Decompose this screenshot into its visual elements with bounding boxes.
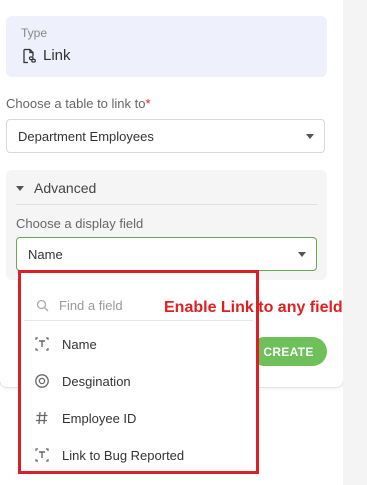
option-label: Desgination: [62, 373, 131, 389]
chevron-down-icon: [306, 134, 314, 139]
table-select-value: Department Employees: [18, 129, 154, 144]
required-mark: *: [145, 96, 151, 111]
number-field-icon: [33, 409, 51, 427]
advanced-toggle[interactable]: Advanced: [16, 180, 96, 196]
type-label: Type: [21, 26, 48, 40]
type-display: Type Link: [6, 16, 327, 77]
option-label: Employee ID: [62, 410, 137, 426]
option-link-to-bug-reported[interactable]: Link to Bug Reported: [33, 446, 184, 464]
create-button[interactable]: CREATE: [250, 337, 327, 366]
display-field-value: Name: [28, 247, 63, 262]
option-desgination[interactable]: Desgination: [33, 372, 131, 390]
table-label-text: Choose a table to link to: [6, 96, 146, 111]
option-label: Name: [62, 336, 97, 352]
option-name[interactable]: Name: [33, 335, 97, 353]
annotation-text: Enable Link to any field: [164, 299, 343, 316]
background-strip: [343, 0, 367, 485]
type-value-text: Link: [43, 47, 71, 64]
search-icon: [36, 299, 49, 311]
text-field-icon: [33, 446, 51, 464]
search-placeholder: Find a field: [59, 297, 123, 313]
option-label: Link to Bug Reported: [62, 447, 185, 463]
single-select-icon: [33, 372, 51, 390]
display-field-label: Choose a display field: [16, 216, 144, 231]
table-select[interactable]: Department Employees: [6, 119, 325, 153]
display-field-select[interactable]: Name: [16, 237, 317, 271]
advanced-section: Advanced Choose a display field Name: [6, 170, 327, 280]
option-employee-id[interactable]: Employee ID: [33, 409, 136, 427]
advanced-label: Advanced: [34, 180, 97, 196]
text-field-icon: [33, 335, 51, 353]
type-value: Link: [21, 47, 71, 64]
chevron-down-icon: [298, 252, 306, 257]
table-label: Choose a table to link to*: [6, 96, 151, 111]
caret-down-icon: [16, 185, 24, 191]
divider: [16, 204, 317, 205]
link-file-icon: [23, 48, 36, 63]
